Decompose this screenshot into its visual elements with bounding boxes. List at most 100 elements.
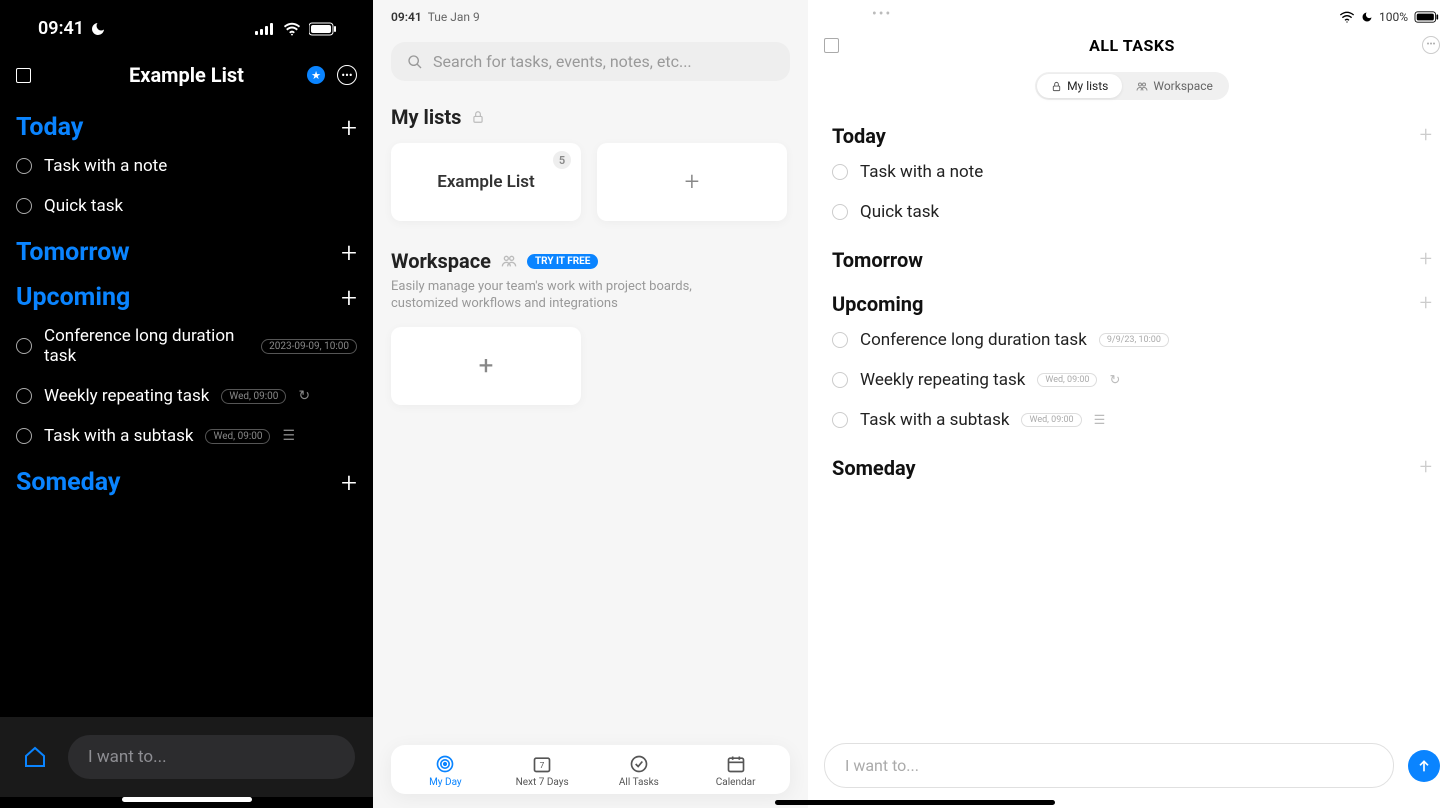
- nav-label: Calendar: [716, 777, 756, 788]
- task-row[interactable]: Conference long duration task 2023-09-09…: [0, 316, 373, 376]
- nav-all-tasks[interactable]: All Tasks: [591, 753, 688, 788]
- add-task-someday-button[interactable]: +: [341, 469, 357, 497]
- workspace-header: Workspace TRY IT FREE: [391, 249, 790, 273]
- task-checkbox[interactable]: [832, 372, 848, 388]
- ipad-panel: 09:41 Tue Jan 9 Search for tasks, events…: [373, 0, 1456, 808]
- list-card-name: Example List: [437, 172, 535, 192]
- segment-workspace[interactable]: Workspace: [1122, 74, 1227, 98]
- phone-header: Example List ★ •••: [0, 49, 373, 101]
- moon-icon: [1361, 11, 1373, 23]
- list-scope-toggle: My lists Workspace: [1035, 72, 1229, 100]
- drag-handle-icon[interactable]: •••: [872, 6, 892, 22]
- task-checkbox[interactable]: [16, 388, 32, 404]
- section-header-upcoming: Upcoming +: [0, 271, 373, 316]
- add-task-today-button[interactable]: +: [1420, 125, 1432, 147]
- lock-icon: [1051, 81, 1062, 92]
- list-card-count: 5: [553, 151, 571, 169]
- cellular-icon: [255, 23, 275, 35]
- ipad-status-bar-left: 09:41 Tue Jan 9: [391, 6, 790, 24]
- repeat-icon: ↻: [298, 388, 310, 404]
- nav-my-day[interactable]: My Day: [397, 753, 494, 788]
- nav-calendar[interactable]: Calendar: [687, 753, 784, 788]
- add-task-upcoming-button[interactable]: +: [341, 284, 357, 312]
- subtask-icon: ☰: [1094, 413, 1106, 428]
- select-all-checkbox[interactable]: [16, 68, 31, 83]
- task-checkbox[interactable]: [832, 412, 848, 428]
- calendar-icon: [726, 753, 746, 775]
- task-row[interactable]: Task with a note: [824, 152, 1440, 192]
- section-header-today: Today +: [0, 101, 373, 146]
- task-row[interactable]: Conference long duration task 9/9/23, 10…: [824, 320, 1440, 360]
- task-row[interactable]: Task with a subtask Wed, 09:00 ☰: [0, 416, 373, 456]
- task-checkbox[interactable]: [16, 338, 32, 354]
- add-list-button[interactable]: +: [597, 143, 787, 221]
- target-icon: [435, 753, 455, 775]
- add-task-upcoming-button[interactable]: +: [1420, 293, 1432, 315]
- task-date-pill: Wed, 09:00: [205, 429, 270, 444]
- section-label: Tomorrow: [832, 248, 923, 272]
- select-all-checkbox[interactable]: [824, 38, 839, 53]
- nav-label: My Day: [429, 777, 462, 788]
- ipad-status-bar-right: 100%: [824, 6, 1440, 24]
- star-button[interactable]: ★: [307, 66, 325, 84]
- section-label: Tomorrow: [16, 238, 130, 267]
- my-lists-title: My lists: [391, 105, 461, 129]
- quick-add-input[interactable]: I want to...: [68, 735, 355, 779]
- task-row[interactable]: Weekly repeating task Wed, 09:00 ↻: [824, 360, 1440, 400]
- search-placeholder: Search for tasks, events, notes, etc...: [433, 52, 692, 71]
- task-checkbox[interactable]: [832, 204, 848, 220]
- segment-my-lists[interactable]: My lists: [1037, 74, 1122, 98]
- search-input[interactable]: Search for tasks, events, notes, etc...: [391, 42, 790, 81]
- task-date-pill: 2023-09-09, 10:00: [261, 339, 357, 354]
- more-button[interactable]: •••: [1422, 36, 1440, 54]
- task-title: Task with a note: [44, 156, 167, 176]
- phone-bottom-bar: I want to...: [0, 717, 373, 797]
- task-row[interactable]: Quick task: [0, 186, 373, 226]
- task-checkbox[interactable]: [16, 158, 32, 174]
- svg-text:7: 7: [540, 761, 545, 771]
- right-bottom-bar: I want to...: [824, 737, 1440, 794]
- repeat-icon: ↻: [1109, 373, 1120, 388]
- quick-add-input[interactable]: I want to...: [824, 743, 1394, 788]
- task-title: Conference long duration task: [44, 326, 249, 366]
- task-title: Conference long duration task: [860, 330, 1087, 350]
- right-header: ALL TASKS •••: [824, 36, 1440, 54]
- task-row[interactable]: Task with a subtask Wed, 09:00 ☰: [824, 400, 1440, 440]
- add-workspace-button[interactable]: +: [391, 327, 581, 405]
- workspace-title: Workspace: [391, 249, 491, 273]
- task-checkbox[interactable]: [832, 332, 848, 348]
- section-header-someday: Someday +: [0, 456, 373, 501]
- send-button[interactable]: [1408, 750, 1440, 782]
- battery-icon: [1414, 11, 1440, 23]
- section-label: Today: [832, 124, 886, 148]
- task-row[interactable]: Weekly repeating task Wed, 09:00 ↻: [0, 376, 373, 416]
- list-card-example[interactable]: Example List 5: [391, 143, 581, 221]
- add-task-today-button[interactable]: +: [341, 114, 357, 142]
- add-task-someday-button[interactable]: +: [1420, 457, 1432, 479]
- phone-status-bar: 09:41: [0, 0, 373, 49]
- try-free-badge[interactable]: TRY IT FREE: [527, 254, 598, 269]
- nav-next-7[interactable]: 7 Next 7 Days: [494, 753, 591, 788]
- wifi-icon: [1339, 11, 1355, 23]
- lock-icon: [471, 110, 485, 124]
- people-icon: [501, 254, 517, 268]
- add-task-tomorrow-button[interactable]: +: [1420, 249, 1432, 271]
- add-task-tomorrow-button[interactable]: +: [341, 239, 357, 267]
- task-date-pill: Wed, 09:00: [1037, 373, 1097, 387]
- task-row[interactable]: Quick task: [824, 192, 1440, 232]
- task-checkbox[interactable]: [16, 428, 32, 444]
- nav-label: All Tasks: [619, 777, 659, 788]
- home-button[interactable]: [18, 740, 52, 774]
- task-row[interactable]: Task with a note: [0, 146, 373, 186]
- section-label: Upcoming: [832, 292, 923, 316]
- people-icon: [1136, 81, 1148, 92]
- task-title: Quick task: [860, 202, 939, 222]
- segment-label: Workspace: [1153, 79, 1213, 93]
- task-checkbox[interactable]: [16, 198, 32, 214]
- more-button[interactable]: •••: [337, 65, 357, 85]
- task-date-pill: Wed, 09:00: [221, 389, 286, 404]
- my-lists-row: Example List 5 +: [391, 143, 790, 221]
- task-checkbox[interactable]: [832, 164, 848, 180]
- moon-icon: [90, 21, 106, 37]
- section-header-upcoming: Upcoming +: [824, 276, 1440, 320]
